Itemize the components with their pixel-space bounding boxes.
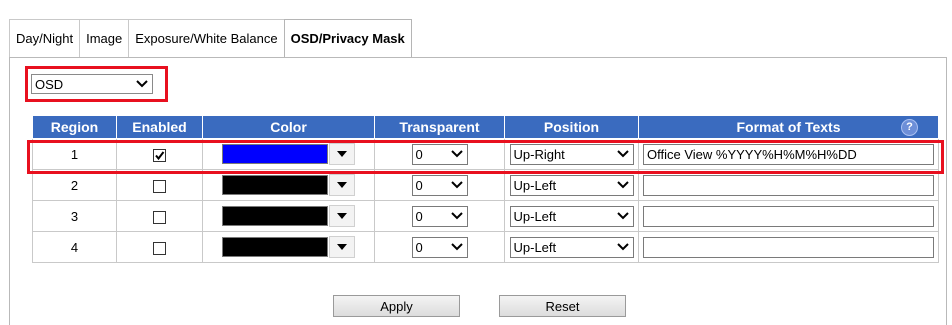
format-cell — [638, 200, 939, 232]
color-swatch[interactable] — [222, 144, 328, 164]
format-text-input[interactable]: Office View %YYYY%H%M%H%DD — [643, 143, 934, 165]
enabled-cell — [116, 138, 203, 170]
table-row: 1 0 Up-Right Office View %YYYY%H%M%H%DD — [32, 138, 939, 170]
transparent-cell: 0 — [374, 200, 505, 232]
position-value: Up-Left — [513, 239, 557, 255]
position-cell: Up-Left — [504, 231, 639, 263]
transparent-cell: 0 — [374, 231, 505, 263]
format-cell — [638, 231, 939, 263]
format-text-input[interactable] — [643, 205, 934, 227]
dropdown-arrow-icon[interactable] — [329, 174, 355, 196]
color-cell — [202, 200, 375, 232]
color-swatch[interactable] — [222, 206, 328, 226]
table-row: 2 0 Up-Left — [32, 169, 939, 201]
transparent-select[interactable]: 0 — [411, 174, 468, 196]
enabled-cell — [116, 200, 203, 232]
table-row: 4 0 Up-Left — [32, 231, 939, 263]
position-select[interactable]: Up-Left — [509, 174, 634, 196]
enabled-checkbox[interactable] — [153, 210, 166, 224]
region-cell: 1 — [32, 138, 117, 170]
tab-day-night[interactable]: Day/Night — [9, 19, 81, 57]
region-cell: 4 — [32, 231, 117, 263]
color-picker[interactable] — [222, 205, 355, 227]
color-picker[interactable] — [222, 174, 355, 196]
transparent-value: 0 — [415, 208, 423, 224]
color-cell — [202, 169, 375, 201]
header-format-label: Format of Texts — [736, 119, 841, 135]
help-icon[interactable]: ? — [901, 119, 918, 136]
color-swatch[interactable] — [222, 237, 328, 257]
position-value: Up-Right — [513, 146, 565, 162]
transparent-value: 0 — [415, 146, 423, 162]
tab-osd-privacy-mask[interactable]: OSD/Privacy Mask — [283, 19, 412, 57]
chevron-down-icon — [447, 176, 467, 195]
table-header-row: Region Enabled Color Transparent Positio… — [32, 115, 939, 139]
header-position: Position — [504, 115, 639, 139]
format-cell: Office View %YYYY%H%M%H%DD — [638, 138, 939, 170]
transparent-value: 0 — [415, 239, 423, 255]
dropdown-arrow-icon[interactable] — [329, 205, 355, 227]
chevron-down-icon — [613, 238, 633, 257]
header-color: Color — [202, 115, 375, 139]
region-number: 4 — [70, 239, 79, 255]
enabled-checkbox[interactable] — [153, 241, 166, 255]
transparent-select[interactable]: 0 — [411, 143, 468, 165]
chevron-down-icon — [447, 238, 467, 257]
color-picker[interactable] — [222, 143, 355, 165]
position-cell: Up-Left — [504, 169, 639, 201]
region-number: 1 — [70, 146, 79, 162]
position-cell: Up-Right — [504, 138, 639, 170]
mode-select-value: OSD — [35, 76, 64, 92]
osd-region-table: Region Enabled Color Transparent Positio… — [32, 115, 939, 263]
color-picker[interactable] — [222, 236, 355, 258]
chevron-down-icon — [447, 207, 467, 226]
transparent-select[interactable]: 0 — [411, 205, 468, 227]
header-format-of-texts: Format of Texts ? — [638, 115, 939, 139]
position-select[interactable]: Up-Left — [509, 205, 634, 227]
color-swatch[interactable] — [222, 175, 328, 195]
transparent-cell: 0 — [374, 138, 505, 170]
transparent-value: 0 — [415, 177, 423, 193]
position-cell: Up-Left — [504, 200, 639, 232]
format-cell — [638, 169, 939, 201]
position-value: Up-Left — [513, 177, 557, 193]
mode-select[interactable]: OSD — [31, 74, 153, 94]
chevron-down-icon — [132, 75, 152, 93]
enabled-cell — [116, 169, 203, 201]
color-cell — [202, 231, 375, 263]
tab-image[interactable]: Image — [79, 19, 130, 57]
region-cell: 2 — [32, 169, 117, 201]
region-number: 3 — [70, 208, 79, 224]
region-number: 2 — [70, 177, 79, 193]
enabled-cell — [116, 231, 203, 263]
top-spacer — [0, 0, 952, 10]
chevron-down-icon — [447, 145, 467, 164]
region-cell: 3 — [32, 200, 117, 232]
position-value: Up-Left — [513, 208, 557, 224]
position-select[interactable]: Up-Right — [509, 143, 634, 165]
color-cell — [202, 138, 375, 170]
transparent-cell: 0 — [374, 169, 505, 201]
table-row: 3 0 Up-Left — [32, 200, 939, 232]
format-text-input[interactable] — [643, 174, 934, 196]
apply-button[interactable]: Apply — [333, 295, 460, 317]
header-transparent: Transparent — [374, 115, 505, 139]
enabled-checkbox[interactable] — [153, 179, 166, 193]
reset-button[interactable]: Reset — [499, 295, 626, 317]
position-select[interactable]: Up-Left — [509, 236, 634, 258]
transparent-select[interactable]: 0 — [411, 236, 468, 258]
enabled-checkbox[interactable] — [153, 148, 166, 162]
header-region: Region — [32, 115, 117, 139]
header-enabled: Enabled — [116, 115, 203, 139]
format-text-input[interactable] — [643, 236, 934, 258]
chevron-down-icon — [613, 145, 633, 164]
tab-exposure-white-balance[interactable]: Exposure/White Balance — [128, 19, 285, 57]
dropdown-arrow-icon[interactable] — [329, 236, 355, 258]
tab-bar: Day/Night Image Exposure/White Balance O… — [9, 19, 412, 57]
chevron-down-icon — [613, 176, 633, 195]
dropdown-arrow-icon[interactable] — [329, 143, 355, 165]
chevron-down-icon — [613, 207, 633, 226]
